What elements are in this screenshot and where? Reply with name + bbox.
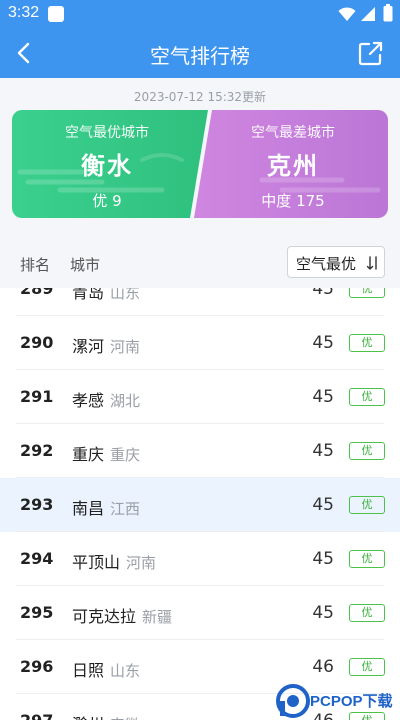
row-level-badge: 优: [349, 442, 385, 460]
row-rank: 289: [20, 288, 54, 298]
row-city-name: 南昌: [72, 499, 105, 518]
worst-city-card[interactable]: 空气最差城市 克州 中度 175: [198, 110, 388, 218]
best-city-aqi: 优 9: [92, 192, 122, 210]
row-province: 湖北: [110, 392, 141, 410]
row-aqi-value: 45: [312, 288, 334, 299]
row-rank: 295: [20, 603, 54, 622]
row-province: 江西: [110, 500, 141, 518]
table-row[interactable]: 294 平顶山 河南 45 优: [0, 532, 400, 586]
row-level-badge: 优: [349, 604, 385, 622]
ranking-rows: 289 青岛 山东 45 优 290 漯河 河南 45 优 291 孝感 湖北 45 优 292 重庆 重庆 45 优…: [0, 288, 400, 720]
signal-icon: [361, 7, 375, 21]
row-city-name: 孝感: [72, 391, 105, 410]
table-header: 排名 城市 空气最优: [0, 238, 400, 288]
row-city: 漯河 河南: [72, 333, 140, 357]
sort-icon: [366, 256, 377, 270]
row-city: 南昌 江西: [72, 495, 140, 519]
row-province: 山东: [110, 662, 141, 680]
row-aqi-value: 45: [312, 549, 334, 569]
ranking-list[interactable]: 289 青岛 山东 45 优 290 漯河 河南 45 优 291 孝感 湖北 45 优 292 重庆 重庆 45 优…: [0, 288, 400, 720]
table-row[interactable]: 292 重庆 重庆 45 优: [0, 424, 400, 478]
status-time: 3:32: [8, 4, 40, 21]
row-level-badge: 优: [349, 388, 385, 406]
watermark-text: PCPOP下载: [310, 693, 393, 710]
battery-icon: [383, 4, 393, 22]
wifi-icon: [338, 7, 356, 21]
summary-area: 2023-07-12 15:32更新 空气最优城市 衡水 优 9 空气最差城市 …: [0, 78, 400, 238]
row-province: 河南: [126, 554, 157, 572]
row-city: 日照 山东: [72, 657, 140, 681]
best-worst-cards: 空气最优城市 衡水 优 9 空气最差城市 克州 中度 175: [12, 110, 388, 218]
row-level-badge: 优: [349, 288, 385, 298]
row-aqi-value: 45: [312, 333, 334, 353]
row-city: 滁州 安徽: [72, 711, 140, 720]
share-icon[interactable]: [356, 38, 386, 68]
best-city-card[interactable]: 空气最优城市 衡水 优 9: [12, 110, 202, 218]
row-aqi-value: 45: [312, 441, 334, 461]
row-province: 河南: [110, 338, 141, 356]
row-level-badge: 优: [349, 496, 385, 514]
row-rank: 293: [20, 495, 54, 514]
row-province: 山东: [110, 288, 141, 302]
row-city-name: 滁州: [72, 715, 104, 720]
top-bar: 3:32 空气排行榜: [0, 0, 400, 78]
row-level-badge: 优: [349, 550, 385, 568]
row-rank: 294: [20, 549, 54, 568]
row-province: 新疆: [142, 608, 173, 626]
row-city-name: 平顶山: [72, 553, 121, 572]
row-aqi-value: 45: [312, 387, 334, 407]
row-level-badge: 优: [349, 334, 385, 352]
column-city-header: 城市: [70, 256, 101, 274]
table-row[interactable]: 289 青岛 山东 45 优: [0, 288, 400, 316]
best-city-name: 衡水: [81, 152, 133, 180]
row-city: 可克达拉 新疆: [72, 603, 172, 627]
row-rank: 290: [20, 333, 54, 352]
row-city-name: 青岛: [72, 288, 105, 302]
row-city-name: 可克达拉: [72, 607, 137, 626]
row-aqi-value: 45: [312, 603, 334, 623]
row-city: 孝感 湖北: [72, 387, 140, 411]
best-city-label: 空气最优城市: [65, 125, 149, 141]
table-row[interactable]: 290 漯河 河南 45 优: [0, 316, 400, 370]
sort-button[interactable]: 空气最优: [287, 246, 385, 278]
watermark: PCPOP下载: [276, 682, 400, 720]
row-rank: 291: [20, 387, 54, 406]
worst-city-aqi: 中度 175: [261, 192, 325, 210]
row-rank: 297: [20, 711, 53, 720]
table-row[interactable]: 295 可克达拉 新疆 45 优: [0, 586, 400, 640]
app-header: 空气排行榜: [0, 28, 400, 78]
row-city: 青岛 山东: [72, 288, 140, 303]
row-city-name: 重庆: [72, 445, 105, 464]
sort-label: 空气最优: [296, 255, 357, 273]
status-bar: 3:32: [0, 0, 400, 28]
table-row[interactable]: 293 南昌 江西 45 优: [0, 478, 400, 532]
pcpop-logo-icon: [276, 684, 310, 718]
row-city-name: 漯河: [72, 337, 105, 356]
table-row[interactable]: 291 孝感 湖北 45 优: [0, 370, 400, 424]
notification-icon: [48, 6, 64, 22]
row-aqi-value: 45: [312, 495, 334, 515]
page-title: 空气排行榜: [150, 44, 250, 68]
column-rank-header: 排名: [20, 256, 51, 274]
row-level-badge: 优: [349, 658, 385, 676]
worst-city-label: 空气最差城市: [251, 125, 335, 141]
row-rank: 296: [20, 657, 54, 676]
worst-city-name: 克州: [267, 152, 319, 180]
row-city: 平顶山 河南: [72, 549, 156, 573]
row-rank: 292: [20, 441, 54, 460]
row-province: 安徽: [110, 716, 140, 720]
row-aqi-value: 46: [312, 657, 334, 677]
row-province: 重庆: [110, 446, 141, 464]
update-time: 2023-07-12 15:32更新: [133, 90, 267, 104]
row-city-name: 日照: [72, 661, 105, 680]
row-city: 重庆 重庆: [72, 441, 140, 465]
